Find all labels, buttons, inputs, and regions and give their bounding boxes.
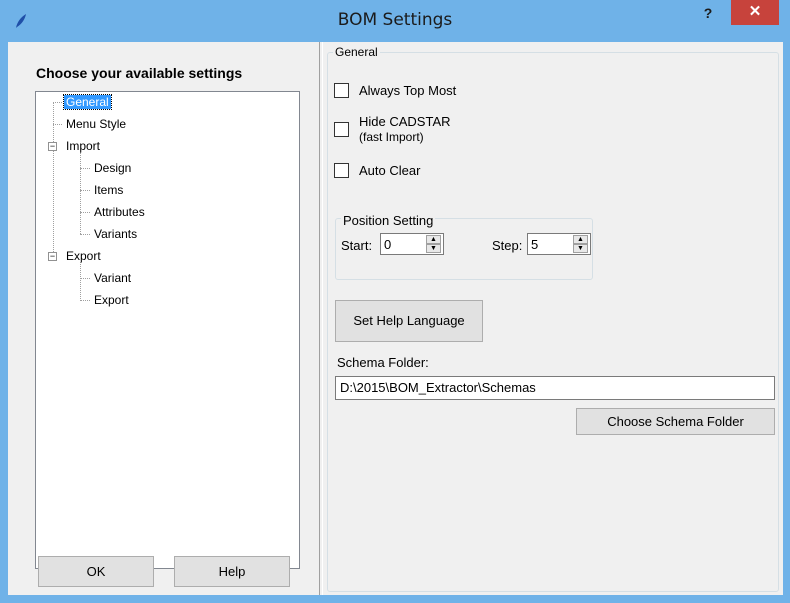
tree-line [80,262,81,301]
tree-item-label: Variant [94,271,132,285]
dialog-client-area: Choose your available settings General M… [8,42,783,595]
hide-cadstar-sublabel: (fast Import) [359,130,424,144]
start-label: Start: [341,238,373,253]
tree-item-import[interactable]: Import [64,137,102,155]
start-value: 0 [384,237,392,252]
tree-item-label: General [63,94,112,110]
choose-settings-heading: Choose your available settings [36,65,243,81]
step-label: Step: [492,238,523,253]
hide-cadstar-label: Hide CADSTAR [359,114,451,129]
schema-folder-input[interactable]: D:\2015\BOM_Extractor\Schemas [335,376,775,400]
auto-clear-checkbox[interactable] [334,163,349,178]
close-button[interactable]: ✕ [731,0,779,25]
auto-clear-label: Auto Clear [359,163,421,178]
tree-item-label: Export [94,293,129,307]
tree-line [53,102,62,103]
collapse-icon[interactable]: − [48,252,57,261]
tree-item-label: Import [66,139,101,153]
always-top-most-label: Always Top Most [359,83,457,98]
tree-item-menu-style[interactable]: Menu Style [64,115,128,133]
schema-folder-label: Schema Folder: [337,355,429,370]
tree-item-design[interactable]: Design [92,159,133,177]
settings-navigation-panel: Choose your available settings General M… [8,42,319,595]
tree-line [80,212,90,213]
step-spinner[interactable]: 5 ▲ ▼ [527,233,591,255]
tree-item-label: Design [94,161,132,175]
spin-down-icon[interactable]: ▼ [426,244,441,253]
tree-line [80,300,90,301]
tree-item-label: Variants [94,227,138,241]
collapse-icon[interactable]: − [48,142,57,151]
always-top-most-checkbox[interactable] [334,83,349,98]
choose-schema-folder-button[interactable]: Choose Schema Folder [576,408,775,435]
tree-line [80,234,90,235]
set-help-language-button[interactable]: Set Help Language [335,300,483,342]
tree-item-label: Items [94,183,124,197]
tree-line [80,168,90,169]
tree-item-label: Menu Style [66,117,127,131]
spin-up-icon[interactable]: ▲ [573,235,588,244]
ok-button[interactable]: OK [38,556,154,587]
settings-tree[interactable]: General Menu Style − Import Design Items… [35,91,300,569]
tree-line [80,278,90,279]
step-value: 5 [531,237,539,252]
hide-cadstar-checkbox[interactable] [334,122,349,137]
start-spinner[interactable]: 0 ▲ ▼ [380,233,444,255]
tree-item-general[interactable]: General [63,93,112,111]
spin-down-icon[interactable]: ▼ [573,244,588,253]
tree-item-attributes[interactable]: Attributes [92,203,147,221]
bom-settings-window: BOM Settings ? ✕ Choose your available s… [0,0,790,603]
step-spinner-arrows: ▲ ▼ [573,235,588,253]
tree-item-variants[interactable]: Variants [92,225,139,243]
tree-line [80,152,81,234]
help-button[interactable]: Help [174,556,290,587]
start-spinner-arrows: ▲ ▼ [426,235,441,253]
help-icon[interactable]: ? [697,3,719,25]
window-title: BOM Settings [337,10,453,30]
tree-item-items[interactable]: Items [92,181,125,199]
tree-item-label: Attributes [94,205,145,219]
tree-item-export[interactable]: Export [64,247,103,265]
tree-line [53,124,62,125]
general-group-title: General [333,45,380,59]
tree-line [80,190,90,191]
position-setting-title: Position Setting [341,213,436,228]
spin-up-icon[interactable]: ▲ [426,235,441,244]
tree-item-export-sub[interactable]: Export [92,291,131,309]
title-bar[interactable]: BOM Settings ? ✕ [0,0,790,42]
tree-item-variant[interactable]: Variant [92,269,133,287]
tree-item-label: Export [66,249,101,263]
settings-content-panel: General Always Top Most Hide CADSTAR (fa… [323,42,783,595]
